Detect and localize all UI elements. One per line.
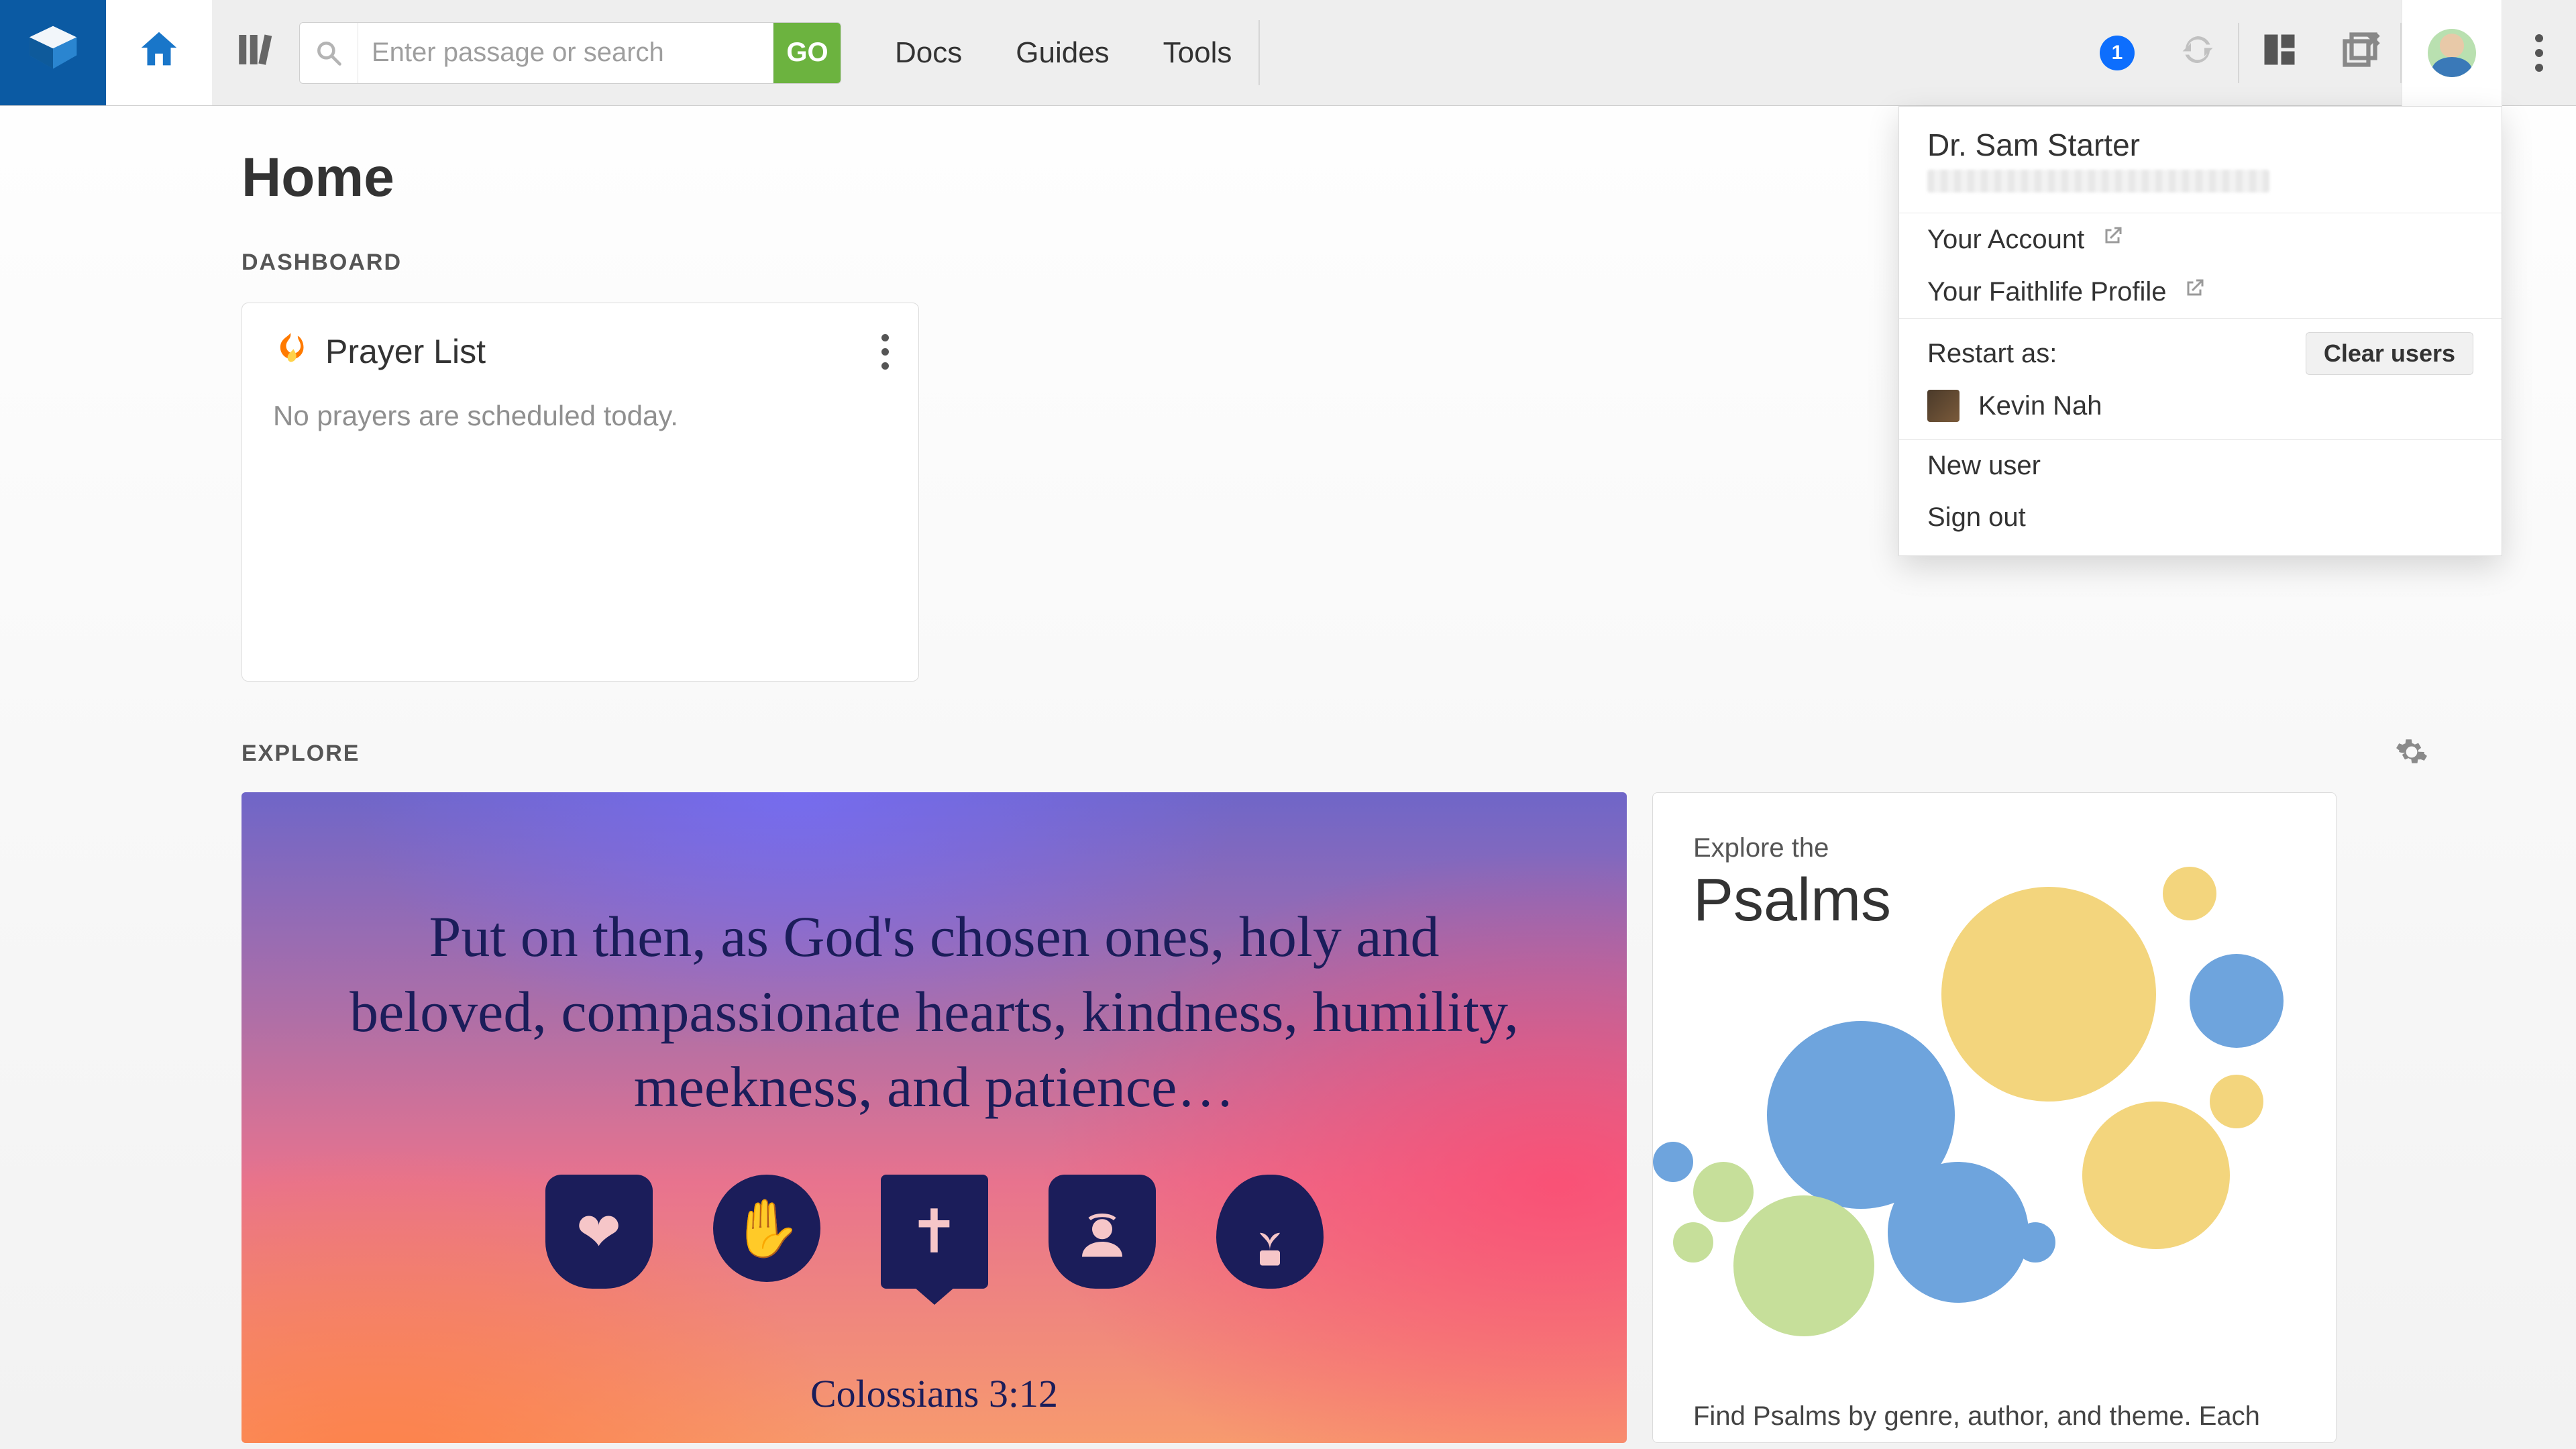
home-icon <box>136 26 182 80</box>
psalms-bubble-chart <box>1653 847 2336 1355</box>
user-avatar-button[interactable] <box>2402 0 2502 106</box>
library-button[interactable] <box>212 0 299 105</box>
go-button[interactable]: GO <box>773 22 841 84</box>
toolbar-divider <box>1258 20 1260 85</box>
new-user-label: New user <box>1927 451 2041 481</box>
sync-icon <box>2178 30 2218 76</box>
popout-button[interactable] <box>2320 0 2400 106</box>
external-link-icon <box>2182 276 2206 307</box>
explore-verse-card[interactable]: Put on then, as God's chosen ones, holy … <box>241 792 1627 1443</box>
restart-as-label: Restart as: <box>1927 339 2057 369</box>
layouts-button[interactable] <box>2239 0 2320 106</box>
person-shield-icon <box>1049 1175 1156 1289</box>
new-user-link[interactable]: New user <box>1899 440 2502 492</box>
gear-icon <box>2395 760 2428 771</box>
brand-logo-icon <box>25 21 81 85</box>
user-menu-popover: Dr. Sam Starter Your Account Your Faithl… <box>1898 106 2502 556</box>
notifications-button[interactable]: 1 <box>2077 0 2157 106</box>
layouts-icon <box>2259 30 2300 76</box>
sign-out-label: Sign out <box>1927 502 2026 533</box>
external-link-icon <box>2100 224 2125 255</box>
restart-user-avatar-icon <box>1927 390 1960 422</box>
user-menu-name: Dr. Sam Starter <box>1927 127 2473 163</box>
clear-users-button[interactable]: Clear users <box>2306 332 2473 375</box>
menu-tools[interactable]: Tools <box>1163 36 1232 70</box>
explore-section-label: EXPLORE <box>241 741 360 767</box>
your-profile-label: Your Faithlife Profile <box>1927 277 2166 307</box>
prayer-card-header: Prayer List <box>273 330 888 373</box>
explore-settings-button[interactable] <box>2395 735 2428 772</box>
your-account-link[interactable]: Your Account <box>1899 213 2502 266</box>
menu-docs[interactable]: Docs <box>895 36 962 70</box>
heart-shield-icon: ❤ <box>545 1175 653 1289</box>
cross-banner-icon: ✝ <box>881 1175 988 1289</box>
library-icon <box>233 28 278 78</box>
app-menu-button[interactable] <box>2502 34 2576 72</box>
home-button[interactable] <box>106 0 212 105</box>
search-input[interactable] <box>358 22 773 84</box>
kebab-icon <box>2535 34 2543 72</box>
search-icon <box>300 38 358 68</box>
your-profile-link[interactable]: Your Faithlife Profile <box>1899 266 2502 318</box>
menu-guides[interactable]: Guides <box>1016 36 1109 70</box>
restart-user-name: Kevin Nah <box>1978 391 2102 421</box>
plant-drop-icon <box>1216 1175 1324 1289</box>
dashboard-prayer-card[interactable]: Prayer List No prayers are scheduled tod… <box>241 303 919 682</box>
prayer-card-title: Prayer List <box>325 332 486 371</box>
user-menu-email-blurred <box>1927 170 2269 193</box>
restart-user-row[interactable]: Kevin Nah <box>1899 382 2502 439</box>
notification-badge: 1 <box>2100 36 2135 70</box>
explore-psalms-card[interactable]: Explore the Psalms Find Psalms by genre,… <box>1652 792 2337 1443</box>
hands-circle-icon: ✋ <box>713 1175 820 1282</box>
verse-text: Put on then, as God's chosen ones, holy … <box>339 900 1530 1124</box>
popout-close-icon <box>2340 30 2380 76</box>
main-menu: Docs Guides Tools <box>841 0 1232 105</box>
app-toolbar: GO Docs Guides Tools 1 <box>0 0 2576 106</box>
psalms-description: Find Psalms by genre, author, and theme.… <box>1693 1401 2296 1432</box>
search-wrap: GO <box>299 0 841 105</box>
flame-icon <box>273 330 308 373</box>
explore-header: EXPLORE <box>241 735 2428 772</box>
sync-button[interactable] <box>2157 0 2238 106</box>
brand-logo-tile[interactable] <box>0 0 106 105</box>
prayer-card-menu-button[interactable] <box>881 334 889 370</box>
prayer-card-empty-text: No prayers are scheduled today. <box>273 400 888 432</box>
verse-reference: Colossians 3:12 <box>810 1371 1058 1416</box>
user-avatar-icon <box>2428 29 2476 77</box>
toolbar-right: 1 <box>2077 0 2576 105</box>
restart-as-row: Restart as: Clear users <box>1899 319 2502 382</box>
verse-icon-row: ❤ ✋ ✝ <box>545 1175 1324 1289</box>
explore-row: Put on then, as God's chosen ones, holy … <box>241 792 2428 1443</box>
search-box: GO <box>299 22 841 84</box>
toolbar-spacer <box>1287 0 2077 105</box>
user-menu-header: Dr. Sam Starter <box>1899 107 2502 213</box>
your-account-label: Your Account <box>1927 225 2084 255</box>
sign-out-link[interactable]: Sign out <box>1899 492 2502 555</box>
